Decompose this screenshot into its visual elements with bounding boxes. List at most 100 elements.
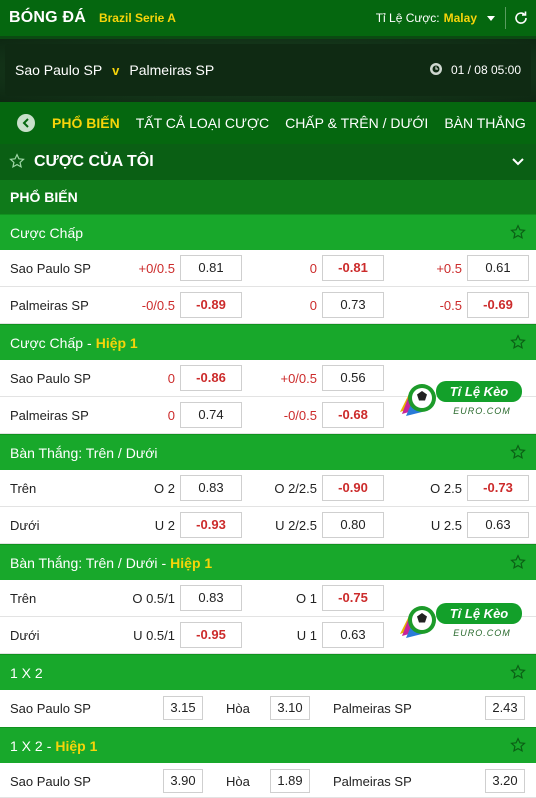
svg-text:Tỉ Lệ Kèo: Tỉ Lệ Kèo	[450, 606, 509, 621]
odds-button[interactable]: 0.80	[322, 512, 384, 538]
odds-type-select[interactable]: Malay	[444, 11, 477, 25]
match-header: Sao Paulo SP v Palmeiras SP 01 / 08 05:0…	[0, 36, 536, 102]
line-value: 2.5	[443, 518, 462, 533]
home-outcome: Sao Paulo SP	[10, 774, 91, 789]
odds-button[interactable]: 0.56	[322, 365, 384, 391]
odds-button[interactable]: 3.20	[485, 769, 525, 793]
odds-cell[interactable]: -0.5 -0.69	[399, 292, 529, 318]
odds-button[interactable]: -0.93	[180, 512, 242, 538]
odds-button[interactable]: -0.69	[467, 292, 529, 318]
odds-button[interactable]: -0.75	[322, 585, 384, 611]
draw-outcome: Hòa	[226, 701, 250, 716]
odds-button[interactable]: 0.81	[180, 255, 242, 281]
section-suffix: Hiệp 1	[170, 554, 213, 571]
refresh-icon[interactable]	[510, 0, 532, 36]
away-outcome: Palmeiras SP	[333, 701, 412, 716]
odds-button[interactable]: -0.73	[467, 475, 529, 501]
popular-header: PHỔ BIẾN	[0, 180, 536, 214]
odds-button[interactable]: 0.83	[180, 475, 242, 501]
draw-outcome: Hòa	[226, 774, 250, 789]
odds-cell[interactable]: O 2/2.5 -0.90	[254, 475, 384, 501]
star-icon[interactable]	[510, 334, 526, 353]
side-marker: U	[133, 628, 143, 643]
side-marker: O	[154, 481, 165, 496]
star-icon[interactable]	[510, 664, 526, 683]
watermark-logo: Tỉ Lệ Kèo EURO.COM	[396, 596, 526, 642]
section-over-under[interactable]: Bàn Thắng: Trên / Dưới	[0, 434, 536, 470]
odds-button[interactable]: 3.90	[163, 769, 203, 793]
odds-type-label: Tỉ Lệ Cược:	[375, 11, 440, 25]
odds-cell[interactable]: 0 0.74	[112, 402, 242, 428]
table-row: Dưới U 2 -0.93 U 2/2.5 0.80 U 2.5 0.63	[0, 507, 536, 544]
sport-title: BÓNG ĐÁ	[9, 9, 86, 26]
odds-button[interactable]: -0.86	[180, 365, 242, 391]
odds-cell[interactable]: U 2.5 0.63	[399, 512, 529, 538]
odds-button[interactable]: -0.68	[322, 402, 384, 428]
odds-button[interactable]: 3.15	[163, 696, 203, 720]
team-name: Palmeiras SP	[10, 408, 89, 423]
handicap-line: +0/0.5	[138, 261, 175, 276]
odds-cell[interactable]: 0 -0.86	[112, 365, 242, 391]
odds-cell[interactable]: 0 -0.81	[254, 255, 384, 281]
chevron-down-icon[interactable]	[511, 155, 525, 170]
odds-button[interactable]: 0.63	[467, 512, 529, 538]
star-icon[interactable]	[510, 554, 526, 573]
star-icon[interactable]	[510, 224, 526, 243]
odds-button[interactable]: 0.61	[467, 255, 529, 281]
odds-cell[interactable]: +0.5 0.61	[399, 255, 529, 281]
odds-button[interactable]: 1.89	[270, 769, 310, 793]
section-1x2[interactable]: 1 X 2	[0, 654, 536, 690]
star-icon[interactable]	[510, 444, 526, 463]
odds-button[interactable]: -0.90	[322, 475, 384, 501]
odds-button[interactable]: 0.63	[322, 622, 384, 648]
odds-cell[interactable]: -0/0.5 -0.68	[254, 402, 384, 428]
odds-cell[interactable]: -0/0.5 -0.89	[112, 292, 242, 318]
odds-button[interactable]: -0.89	[180, 292, 242, 318]
section-suffix: Hiệp 1	[55, 737, 98, 754]
star-icon[interactable]	[510, 737, 526, 756]
outcome-name: Trên	[10, 591, 37, 606]
section-handicap-first-half[interactable]: Cược Chấp - Hiệp 1	[0, 324, 536, 360]
section-1x2-first-half[interactable]: 1 X 2 - Hiệp 1	[0, 727, 536, 763]
odds-cell[interactable]: U 2/2.5 0.80	[254, 512, 384, 538]
handicap-line: -0/0.5	[283, 408, 317, 423]
goal-line: U 2	[155, 518, 175, 533]
odds-button[interactable]: 3.10	[270, 696, 310, 720]
away-team: Palmeiras SP	[129, 62, 215, 78]
odds-cell[interactable]: U 1 0.63	[254, 622, 384, 648]
odds-cell[interactable]: O 2 0.83	[112, 475, 242, 501]
odds-cell[interactable]: +0/0.5 0.56	[254, 365, 384, 391]
odds-button[interactable]: 0.74	[180, 402, 242, 428]
handicap-line: -0/0.5	[141, 298, 175, 313]
side-marker: U	[296, 628, 307, 643]
vs-label: v	[112, 62, 120, 78]
odds-cell[interactable]: 0 0.73	[254, 292, 384, 318]
tab-all-bets[interactable]: TẤT CẢ LOẠI CƯỢC	[136, 115, 269, 131]
section-over-under-first-half[interactable]: Bàn Thắng: Trên / Dưới - Hiệp 1	[0, 544, 536, 580]
odds-button[interactable]: 0.83	[180, 585, 242, 611]
tab-popular[interactable]: PHỔ BIẾN	[52, 115, 120, 131]
odds-button[interactable]: -0.81	[322, 255, 384, 281]
odds-button[interactable]: 0.73	[322, 292, 384, 318]
outcome-name: Trên	[10, 481, 37, 496]
odds-button[interactable]: -0.95	[180, 622, 242, 648]
odds-cell[interactable]: +0/0.5 0.81	[112, 255, 242, 281]
team-name: Palmeiras SP	[10, 298, 89, 313]
top-bar: BÓNG ĐÁ Brazil Serie A Tỉ Lệ Cược: Malay	[0, 0, 536, 36]
odds-cell[interactable]: O 1 -0.75	[254, 585, 384, 611]
odds-cell[interactable]: O 0.5/1 0.83	[112, 585, 242, 611]
league-name[interactable]: Brazil Serie A	[99, 11, 176, 25]
chevron-left-icon[interactable]	[17, 114, 35, 132]
my-bets-bar[interactable]: CƯỢC CỦA TÔI	[0, 144, 536, 180]
chevron-down-icon[interactable]	[477, 0, 499, 36]
odds-button[interactable]: 2.43	[485, 696, 525, 720]
section-handicap[interactable]: Cược Chấp	[0, 214, 536, 250]
star-icon[interactable]	[9, 152, 25, 172]
tab-goals[interactable]: BÀN THẮNG	[444, 115, 525, 131]
odds-cell[interactable]: U 2 -0.93	[112, 512, 242, 538]
odds-cell[interactable]: O 2.5 -0.73	[399, 475, 529, 501]
odds-cell[interactable]: U 0.5/1 -0.95	[112, 622, 242, 648]
match-datetime: 01 / 08 05:00	[450, 63, 521, 77]
svg-text:EURO.COM: EURO.COM	[453, 406, 511, 416]
tab-handicap-over-under[interactable]: CHẤP & TRÊN / DƯỚI	[285, 115, 428, 131]
